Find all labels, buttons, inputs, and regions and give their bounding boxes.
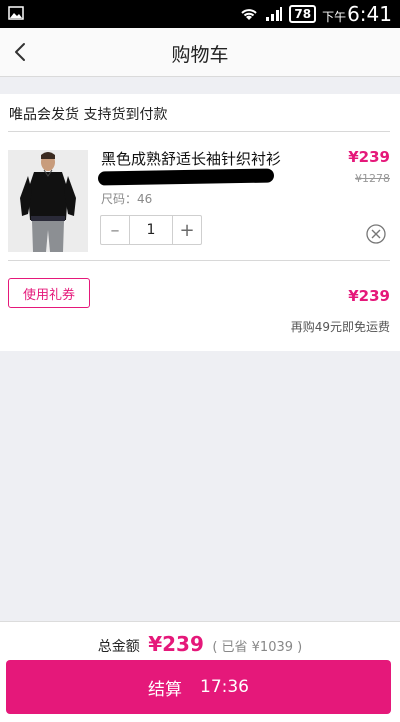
divider	[8, 131, 390, 132]
redaction-mark	[97, 168, 275, 186]
close-circle-icon[interactable]	[366, 224, 386, 244]
page-title: 购物车	[171, 44, 229, 66]
product-price: ¥239	[348, 148, 390, 166]
use-coupon-button[interactable]: 使用礼券	[8, 278, 90, 308]
quantity-stepper: – 1 +	[100, 215, 202, 245]
decrease-button[interactable]: –	[101, 216, 130, 244]
clock: 下午6:41	[322, 2, 392, 26]
total-row: 总金额 ¥239 ( 已省 ¥1039 )	[0, 632, 400, 656]
gallery-icon	[8, 6, 24, 20]
checkout-timer: 17:36	[200, 677, 249, 697]
product-size: 尺码：46	[101, 192, 153, 206]
time-prefix: 下午	[322, 10, 347, 24]
product-name[interactable]: 黑色成熟舒适长袖针织衬衫	[101, 148, 281, 169]
divider	[8, 260, 390, 261]
saved-amount: ( 已省 ¥1039 )	[212, 640, 303, 655]
total-amount: ¥239	[148, 632, 204, 656]
time: 6:41	[347, 2, 392, 26]
shipping-info: 唯品会发货 支持货到付款	[9, 107, 168, 123]
wifi-icon	[241, 9, 258, 20]
shirt-model-illustration	[8, 150, 88, 252]
checkout-footer: 总金额 ¥239 ( 已省 ¥1039 ) 结算 17:36	[0, 621, 400, 722]
total-label: 总金额	[97, 639, 140, 655]
increase-button[interactable]: +	[172, 216, 201, 244]
cart-item-card: 唯品会发货 支持货到付款 黑色成熟舒适长袖针织衬衫 尺码：46 – 1 + ¥2…	[0, 94, 400, 351]
signal-icon	[266, 7, 283, 21]
product-image[interactable]	[8, 150, 88, 252]
quantity-value: 1	[146, 222, 156, 238]
subtotal-price: ¥239	[348, 287, 390, 305]
checkout-button[interactable]: 结算 17:36	[6, 660, 391, 714]
checkout-label: 结算	[148, 679, 182, 700]
battery-icon: 78	[289, 5, 317, 23]
free-shipping-hint: 再购49元即免运费	[290, 320, 390, 334]
status-bar: 78 下午6:41	[0, 0, 400, 28]
navigation-bar: 购物车	[0, 28, 400, 77]
original-price: ¥1278	[355, 172, 390, 185]
